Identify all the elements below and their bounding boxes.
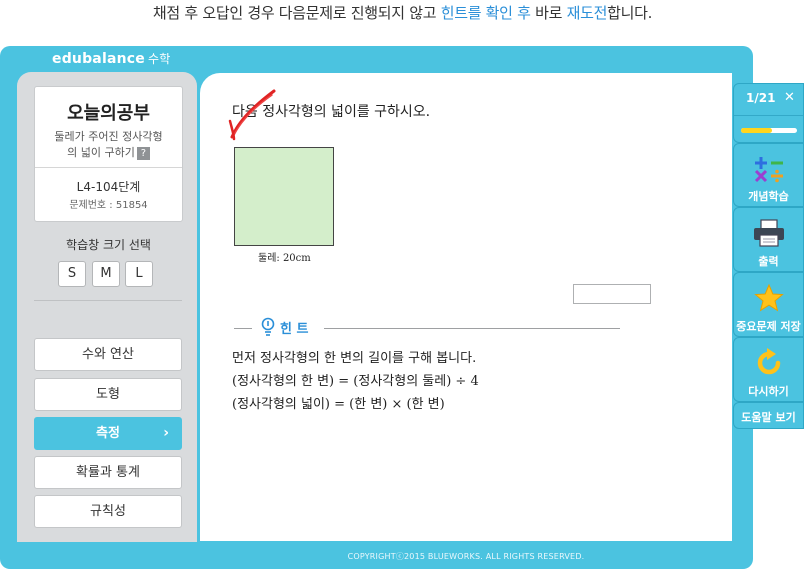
lesson-info-card: 오늘의공부 둘레가 주어진 정사각형 의 넓이 구하기? L4-104단계 문제… (34, 86, 183, 222)
page-counter: 1/21 (746, 91, 776, 105)
size-m-button[interactable]: M (92, 261, 120, 287)
problem-content: 다음 정사각형의 넓이를 구하시오. 둘레: 20cm 힌 트 먼저 정사각형의… (200, 73, 732, 541)
save-important-label: 중요문제 저장 (736, 320, 801, 333)
lesson-level: L4-104단계 (76, 180, 141, 194)
menu-item-probability-statistics[interactable]: 확률과 통계 (34, 456, 182, 489)
math-operators-icon (754, 157, 783, 183)
brand-subject: 수학 (147, 52, 171, 66)
retry-button[interactable]: 다시하기 (733, 337, 804, 402)
caption-text-1: 채점 후 오답인 경우 다음문제로 진행되지 않고 (152, 4, 441, 22)
help-view-button[interactable]: 도움말 보기 (733, 402, 804, 429)
size-l-button[interactable]: L (125, 261, 153, 287)
caption-highlight-retry: 재도전 (566, 4, 608, 22)
brand-logo: edubalance 수학 (52, 50, 170, 67)
hint-line: (정사각형의 한 변) = (정사각형의 둘레) ÷ 4 (232, 374, 479, 389)
sidebar-divider (34, 300, 182, 301)
printer-icon (753, 219, 784, 247)
print-button[interactable]: 출력 (733, 207, 804, 272)
star-icon (753, 283, 784, 312)
menu-item-geometry[interactable]: 도형 (34, 378, 182, 411)
caption-text-2: 바로 (530, 4, 567, 22)
retry-icon (757, 348, 780, 375)
hint-line: 먼저 정사각형의 한 변의 길이를 구해 봅니다. (232, 351, 477, 366)
lesson-desc-line-2-text: 의 넓이 구하기 (67, 146, 135, 159)
square-figure (234, 147, 334, 246)
lesson-description: 둘레가 주어진 정사각형 의 넓이 구하기? (35, 129, 182, 161)
menu-item-label: 측정 (96, 426, 120, 441)
menu-item-measurement[interactable]: 측정 › (34, 417, 182, 450)
save-important-button[interactable]: 중요문제 저장 (733, 272, 804, 337)
panel-divider (734, 115, 803, 116)
page-indicator-panel: 1/21 ✕ (733, 83, 804, 143)
concept-study-label: 개념학습 (748, 190, 789, 203)
info-divider (35, 167, 182, 168)
progress-fill (741, 128, 772, 133)
footer-copyright: COPYRIGHTⓒ2015 BLUEWORKS. ALL RIGHTS RES… (347, 552, 585, 561)
problem-number: 문제번호 : 51854 (69, 200, 148, 211)
window-size-label: 학습창 크기 선택 (66, 238, 151, 252)
menu-item-label: 규칙성 (90, 504, 126, 519)
size-s-button[interactable]: S (58, 261, 86, 287)
caption-highlight-hint: 힌트를 확인 후 (440, 4, 531, 22)
chevron-right-icon: › (163, 425, 169, 441)
menu-item-patterns[interactable]: 규칙성 (34, 495, 182, 528)
lesson-desc-line-2: 의 넓이 구하기? (35, 145, 182, 161)
lightbulb-icon (261, 317, 275, 336)
hint-divider-left (234, 328, 252, 329)
close-icon[interactable]: ✕ (784, 90, 795, 105)
lesson-desc-line-1: 둘레가 주어진 정사각형 (54, 130, 163, 143)
print-label: 출력 (758, 255, 779, 268)
square-perimeter-label: 둘레: 20cm (258, 253, 311, 264)
menu-item-label: 도형 (96, 387, 120, 402)
hint-title: 힌 트 (280, 322, 309, 337)
hint-line: (정사각형의 넓이) = (한 변) × (한 변) (232, 397, 445, 412)
brand-name: edubalance (52, 51, 145, 67)
help-view-label: 도움말 보기 (741, 411, 796, 424)
hint-divider-right (324, 328, 620, 329)
lesson-title: 오늘의공부 (67, 103, 150, 124)
concept-study-button[interactable]: 개념학습 (733, 143, 804, 207)
answer-input[interactable] (573, 284, 651, 304)
caption-text-3: 합니다. (607, 4, 653, 22)
progress-bar (741, 128, 797, 133)
menu-item-label: 확률과 통계 (76, 465, 140, 480)
page-caption: 채점 후 오답인 경우 다음문제로 진행되지 않고 힌트를 확인 후 바로 재도… (0, 2, 805, 23)
wrong-check-mark-icon (228, 89, 276, 141)
menu-item-number-operations[interactable]: 수와 연산 (34, 338, 182, 371)
menu-item-label: 수와 연산 (82, 347, 134, 362)
retry-label: 다시하기 (748, 385, 789, 398)
help-question-icon[interactable]: ? (136, 146, 150, 160)
